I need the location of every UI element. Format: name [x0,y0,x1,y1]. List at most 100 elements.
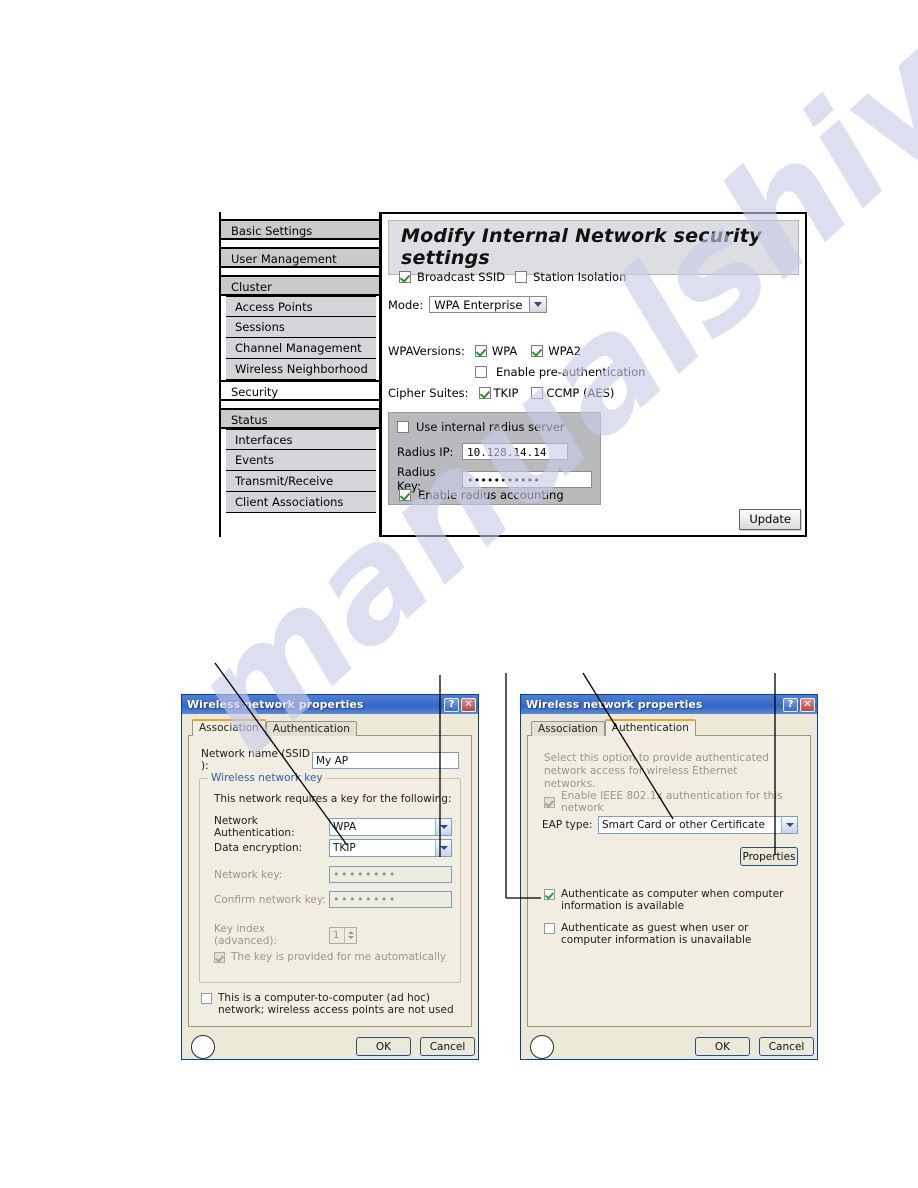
sidebar-spacer [221,268,379,275]
tab-panel-authentication: Select this option to provide authentica… [527,735,811,1027]
dialog-title: Wireless network properties [526,698,703,711]
authenticate-as-guest-checkbox[interactable] [544,923,555,934]
sidebar-item-access-points[interactable]: Access Points [226,296,376,317]
key-provided-automatically-checkbox[interactable] [214,951,225,963]
sidebar-spacer [221,401,379,408]
wireless-network-properties-dialog-authentication: Wireless network properties ? ✕ Associat… [520,694,818,1060]
tkip-label: TKIP [493,386,519,400]
sidebar-item-interfaces[interactable]: Interfaces [226,429,376,450]
dialog-footer: OK Cancel [527,1027,814,1063]
key-index-value: 1 [333,929,340,941]
sidebar-item-basic-settings[interactable]: Basic Settings [221,219,379,240]
mode-select[interactable]: WPA Enterprise [429,296,548,313]
data-encryption-select[interactable]: TKIP [329,839,452,857]
dialog-footer: OK Cancel [188,1027,475,1063]
radius-accounting-row: Enable radius accounting [399,488,564,502]
sidebar-item-status[interactable]: Status [221,408,379,429]
key-index-row: Key index (advanced): 1 [214,923,357,947]
network-authentication-row: Network Authentication: WPA [214,815,452,839]
adhoc-network-checkbox[interactable] [201,993,212,1004]
sidebar-spacer [221,240,379,247]
key-auto-row: The key is provided for me automatically [214,951,446,963]
ccmp-label: CCMP (AES) [546,386,615,400]
radius-ip-label: Radius IP: [397,444,454,459]
sidebar-spacer [221,212,379,219]
dialog-title-bar[interactable]: Wireless network properties ? ✕ [182,695,478,714]
ssid-label: Network name (SSID ): [201,748,310,772]
station-isolation-checkbox[interactable] [515,271,528,283]
pre-authentication-label: Enable pre-authentication [496,365,646,379]
confirm-network-key-input[interactable]: •••••••• [329,891,452,908]
tab-association[interactable]: Association [192,719,266,736]
dialog-title-bar[interactable]: Wireless network properties ? ✕ [521,695,817,714]
pre-authentication-checkbox[interactable] [475,366,487,378]
cancel-button[interactable]: Cancel [420,1037,475,1056]
page-title: Modify Internal Network security setting… [388,220,799,275]
close-icon[interactable]: ✕ [461,697,476,712]
network-authentication-select[interactable]: WPA [329,818,452,836]
cancel-button[interactable]: Cancel [759,1037,814,1056]
stepper-arrows-icon[interactable] [344,927,356,943]
confirm-network-key-row: Confirm network key: •••••••• [214,891,452,908]
network-authentication-value: WPA [333,821,357,833]
sidebar-item-events[interactable]: Events [226,450,376,471]
radius-accounting-checkbox[interactable] [399,489,411,501]
dialog-body: Association Authentication Network name … [182,714,478,1069]
ssid-options-row: Broadcast SSID Station Isolation [399,270,626,284]
ok-button[interactable]: OK [356,1037,411,1056]
help-icon[interactable]: ? [783,697,798,712]
sidebar-item-transmit-receive[interactable]: Transmit/Receive [226,471,376,492]
chevron-down-icon [435,840,451,856]
use-internal-radius-label: Use internal radius server [416,420,565,434]
pre-auth-row: Enable pre-authentication [475,365,645,379]
enable-8021x-row: Enable IEEE 802.1x authentication for th… [544,790,810,814]
mode-select-value: WPA Enterprise [434,297,523,312]
sidebar-item-client-associations[interactable]: Client Associations [226,492,376,513]
ccmp-checkbox[interactable] [531,387,544,399]
tab-authentication[interactable]: Authentication [265,721,357,736]
sidebar-item-sessions[interactable]: Sessions [226,317,376,338]
wpa2-checkbox[interactable] [531,345,544,357]
ssid-input[interactable]: My AP [312,751,459,769]
sidebar-item-user-management[interactable]: User Management [221,247,379,268]
sidebar-item-wireless-neighborhood[interactable]: Wireless Neighborhood [226,359,376,380]
wireless-network-properties-dialog-association: Wireless network properties ? ✕ Associat… [181,694,479,1060]
network-key-label: Network key: [214,868,283,881]
close-icon[interactable]: ✕ [800,697,815,712]
cipher-suites-row: Cipher Suites: TKIP CCMP (AES) [388,386,614,400]
radius-key-input[interactable]: ••••••••••• [462,470,592,488]
authentication-description: Select this option to provide authentica… [544,752,769,790]
mode-row: Mode: WPA Enterprise [388,296,548,313]
mode-label: Mode: [388,297,424,312]
radius-settings-group: Use internal radius server Radius IP: 10… [388,412,601,505]
enable-8021x-label: Enable IEEE 802.1x authentication for th… [561,790,783,814]
authenticate-as-computer-row: Authenticate as computer when computer i… [544,888,800,912]
properties-button[interactable]: Properties [740,847,798,866]
ssid-row: Network name (SSID ): My AP [201,748,459,772]
eap-type-select[interactable]: Smart Card or other Certificate [598,816,798,834]
tkip-checkbox[interactable] [478,387,491,399]
sidebar-item-security[interactable]: Security [221,380,379,401]
tab-association[interactable]: Association [531,721,605,736]
sidebar-item-cluster[interactable]: Cluster [221,275,379,296]
authenticate-as-computer-label: Authenticate as computer when computer i… [561,888,784,912]
authenticate-as-computer-checkbox[interactable] [544,889,555,900]
network-key-input[interactable]: •••••••• [329,866,452,883]
status-indicator-circle [191,1035,215,1059]
admin-security-panel: Basic Settings User Management Cluster A… [219,212,807,537]
ok-button[interactable]: OK [695,1037,750,1056]
enable-8021x-checkbox[interactable] [544,796,555,808]
wpa-versions-row: WPAVersions: WPA WPA2 [388,344,581,358]
dialog-title: Wireless network properties [187,698,364,711]
update-button[interactable]: Update [739,509,801,530]
adhoc-network-label: This is a computer-to-computer (ad hoc) … [218,992,454,1016]
radius-ip-input[interactable]: 10.128.14.14 [462,443,568,460]
tab-authentication[interactable]: Authentication [604,719,696,736]
network-authentication-label: Network Authentication: [214,815,295,839]
use-internal-radius-checkbox[interactable] [397,421,409,433]
wpa-checkbox[interactable] [474,345,487,357]
sidebar-item-channel-management[interactable]: Channel Management [226,338,376,359]
key-index-stepper[interactable]: 1 [329,926,357,944]
broadcast-ssid-checkbox[interactable] [399,271,411,283]
help-icon[interactable]: ? [444,697,459,712]
